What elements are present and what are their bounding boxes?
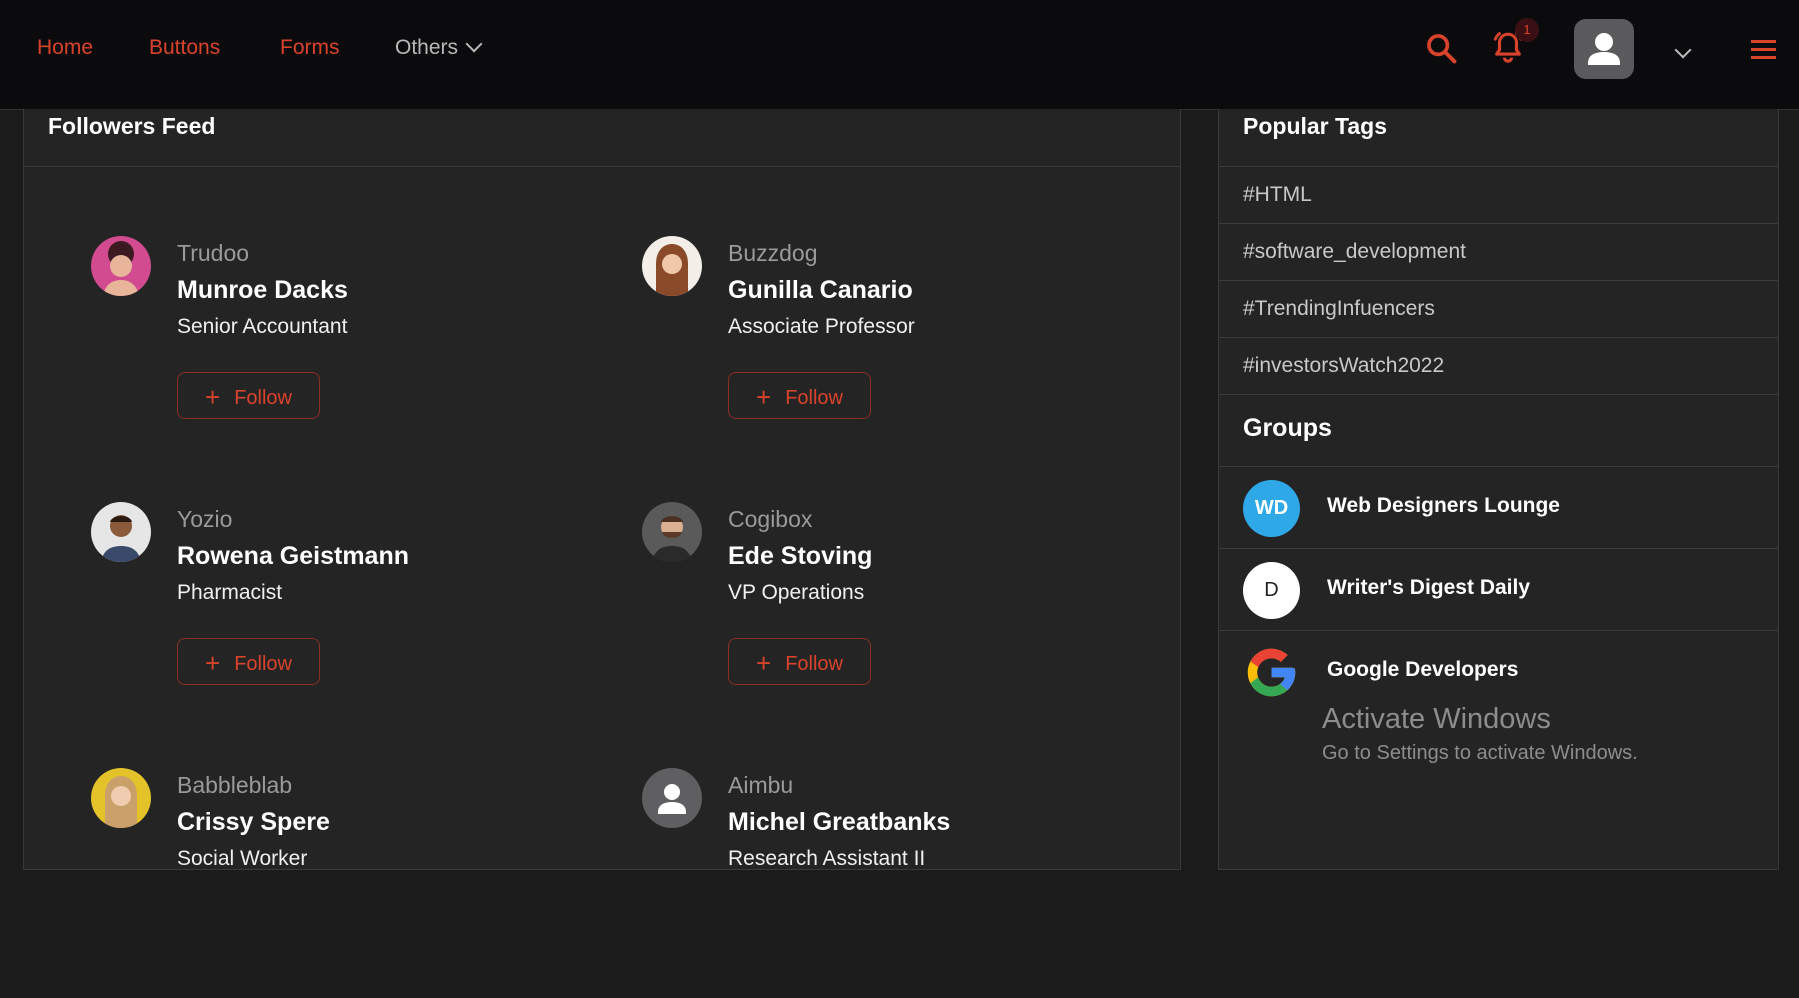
follow-button[interactable]: + Follow: [177, 372, 320, 419]
follower-role: Senior Accountant: [177, 315, 348, 338]
follower-card: Yozio Rowena Geistmann Pharmacist + Follo…: [91, 502, 611, 732]
hamburger-menu-icon[interactable]: [1751, 40, 1776, 64]
follower-company: Buzzdog: [728, 240, 818, 266]
search-icon[interactable]: [1424, 31, 1458, 65]
divider: [1219, 394, 1778, 396]
follow-button[interactable]: + Follow: [728, 638, 871, 685]
nav-others-dropdown[interactable]: Others: [395, 35, 483, 60]
watermark-subtitle: Go to Settings to activate Windows.: [1322, 742, 1638, 764]
follow-button[interactable]: + Follow: [177, 638, 320, 685]
group-name: Web Designers Lounge: [1327, 494, 1560, 517]
follower-company: Trudoo: [177, 240, 250, 266]
nav-forms-link[interactable]: Forms: [280, 36, 340, 60]
group-name: Writer's Digest Daily: [1327, 576, 1531, 599]
user-icon: [1588, 33, 1620, 65]
user-avatar-button[interactable]: [1574, 19, 1634, 79]
tag-label: #investorsWatch2022: [1243, 354, 1445, 377]
plus-icon: +: [756, 382, 772, 412]
avatar: [642, 236, 702, 296]
follow-button[interactable]: + Follow: [728, 372, 871, 419]
follower-role: Pharmacist: [177, 581, 283, 604]
follower-card: Cogibox Ede Stoving VP Operations + Follo…: [642, 502, 1162, 732]
followers-feed-panel: Followers Feed Trudoo Munroe Dacks Senio…: [23, 109, 1181, 870]
watermark-title: Activate Windows: [1322, 703, 1551, 735]
follower-role: Associate Professor: [728, 315, 915, 338]
tag-label: #HTML: [1243, 183, 1312, 206]
follower-name[interactable]: Gunilla Canario: [728, 276, 913, 305]
nav-home-link[interactable]: Home: [37, 36, 93, 60]
follower-card: Trudoo Munroe Dacks Senior Accountant + F…: [91, 236, 611, 466]
tag-label: #software_development: [1243, 240, 1466, 263]
follow-label: Follow: [234, 653, 292, 675]
group-item[interactable]: WD Web Designers Lounge: [1219, 466, 1778, 548]
tag-item[interactable]: #software_development: [1219, 223, 1778, 281]
groups-title: Groups: [1243, 414, 1332, 442]
follower-role: VP Operations: [728, 581, 865, 604]
follower-name[interactable]: Munroe Dacks: [177, 276, 348, 305]
nav-others-label: Others: [395, 36, 459, 59]
top-navbar: Home Buttons Forms Others 1: [0, 0, 1799, 110]
group-item[interactable]: D Writer's Digest Daily: [1219, 548, 1778, 630]
follower-name[interactable]: Michel Greatbanks: [728, 808, 950, 837]
tag-label: #TrendingInfuencers: [1243, 297, 1435, 320]
follower-card: Babbleblab Crissy Spere Social Worker: [91, 768, 611, 998]
follower-company: Yozio: [177, 506, 233, 532]
follower-company: Cogibox: [728, 506, 813, 532]
avatar: [91, 768, 151, 828]
avatar: [91, 236, 151, 296]
follow-label: Follow: [234, 387, 292, 409]
follower-name[interactable]: Rowena Geistmann: [177, 542, 409, 571]
chevron-down-icon: [465, 35, 483, 53]
nav-buttons-link[interactable]: Buttons: [149, 36, 220, 60]
group-item[interactable]: Google Developers: [1219, 630, 1778, 712]
follower-company: Babbleblab: [177, 772, 293, 798]
avatar: [642, 502, 702, 562]
plus-icon: +: [205, 382, 221, 412]
follower-card: Aimbu Michel Greatbanks Research Assista…: [642, 768, 1162, 998]
divider: [24, 166, 1180, 167]
follower-name[interactable]: Crissy Spere: [177, 808, 330, 837]
follower-company: Aimbu: [728, 772, 794, 798]
follower-role: Research Assistant II: [728, 847, 926, 870]
avatar: [642, 768, 702, 828]
avatar: [91, 502, 151, 562]
plus-icon: +: [756, 648, 772, 678]
follower-card: Buzzdog Gunilla Canario Associate Profes…: [642, 236, 1162, 466]
followers-feed-title: Followers Feed: [48, 113, 216, 139]
notification-badge: 1: [1515, 18, 1539, 42]
plus-icon: +: [205, 648, 221, 678]
tag-item[interactable]: #investorsWatch2022: [1219, 337, 1778, 395]
group-avatar: D: [1243, 562, 1300, 619]
follower-name[interactable]: Ede Stoving: [728, 542, 872, 571]
tag-item[interactable]: #HTML: [1219, 166, 1778, 224]
follow-label: Follow: [785, 653, 843, 675]
follower-role: Social Worker: [177, 847, 308, 870]
tag-item[interactable]: #TrendingInfuencers: [1219, 280, 1778, 338]
popular-tags-title: Popular Tags: [1243, 113, 1387, 139]
group-avatar: WD: [1243, 480, 1300, 537]
activate-windows-watermark: Activate Windows Go to Settings to activ…: [1322, 703, 1638, 765]
group-name: Google Developers: [1327, 658, 1519, 681]
follow-label: Follow: [785, 387, 843, 409]
google-logo-icon: [1247, 648, 1296, 697]
user-placeholder-icon: [642, 768, 702, 828]
user-menu-chevron-icon[interactable]: [1674, 41, 1692, 59]
